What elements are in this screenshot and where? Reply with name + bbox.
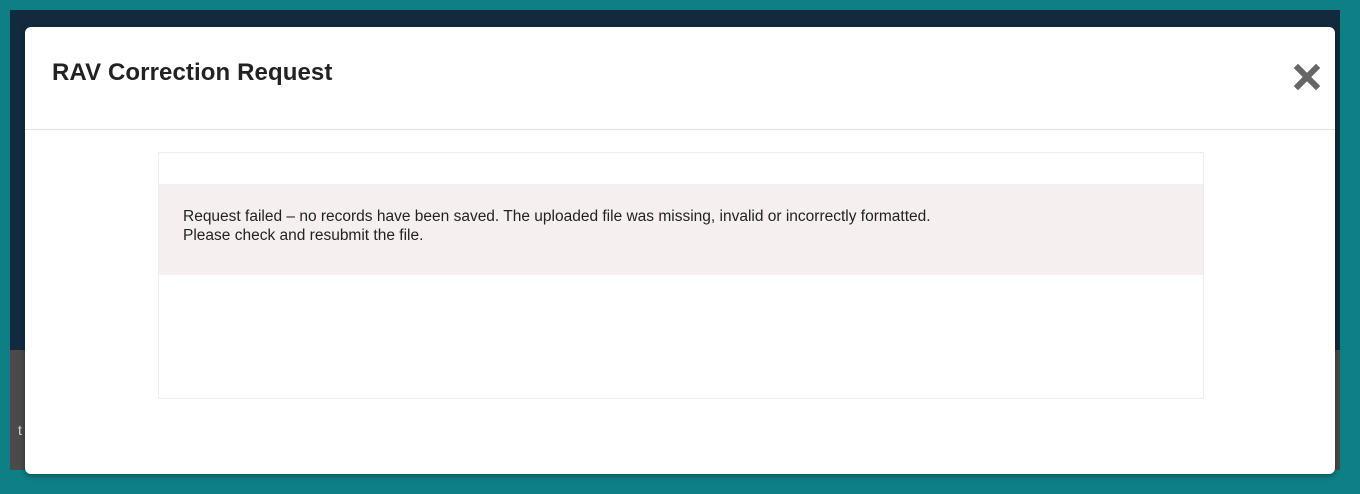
modal-header: RAV Correction Request xyxy=(25,27,1335,130)
close-button[interactable] xyxy=(1293,63,1321,91)
error-alert: Request failed – no records have been sa… xyxy=(159,184,1203,275)
message-panel: Request failed – no records have been sa… xyxy=(158,152,1204,399)
error-message-line-2: Please check and resubmit the file. xyxy=(183,227,424,244)
correction-request-modal: RAV Correction Request Request failed – … xyxy=(25,27,1335,474)
modal-body: Request failed – no records have been sa… xyxy=(25,130,1335,474)
background-page-text: t xyxy=(18,422,22,438)
error-message-line-1: Request failed – no records have been sa… xyxy=(183,208,931,225)
close-icon xyxy=(1293,63,1321,91)
modal-title: RAV Correction Request xyxy=(52,59,333,86)
